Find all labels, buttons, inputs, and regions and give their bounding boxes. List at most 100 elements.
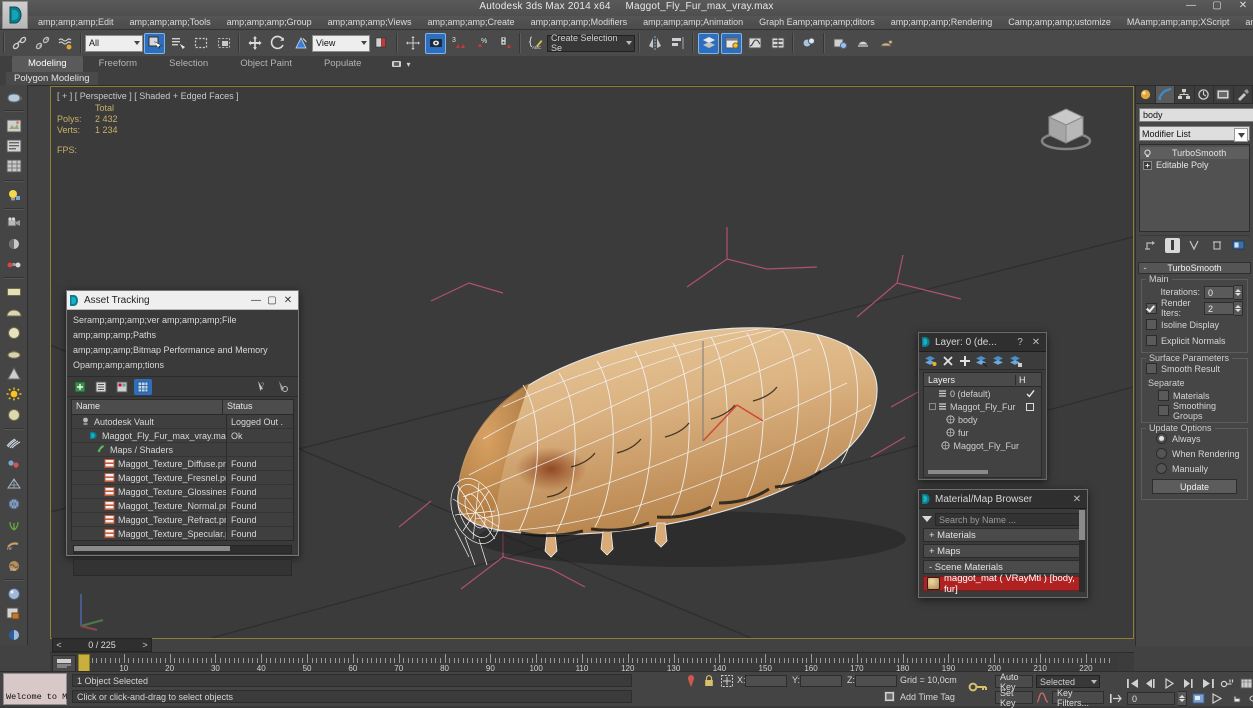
asset-tracking-menu-bitmap-performance[interactable]: amp;amp;amp;Bitmap Performance and Memor… (67, 344, 298, 359)
grid-view-icon[interactable] (134, 379, 152, 395)
utilities-tab[interactable] (1234, 86, 1253, 103)
layer-active-check[interactable] (1019, 389, 1041, 398)
column-header-name[interactable]: Name (72, 400, 223, 414)
ribbon-subtab-polygon-modeling[interactable]: Polygon Modeling (6, 72, 98, 85)
render-iters-value[interactable]: 2 (1204, 302, 1234, 315)
column-header-hide[interactable]: H (1016, 375, 1041, 385)
spreadsheet-icon[interactable] (3, 157, 25, 175)
use-selection-center-icon[interactable] (402, 33, 423, 54)
asset-tracking-menu-paths[interactable]: amp;amp;amp;Paths (67, 329, 298, 344)
binoculars-icon[interactable] (3, 255, 25, 273)
sphere-gizmo-icon[interactable] (3, 406, 25, 424)
create-new-layer-icon[interactable] (922, 353, 939, 368)
modifier-stack-entry[interactable]: Editable Poly (1140, 159, 1249, 171)
select-and-link-icon[interactable] (9, 33, 30, 54)
menu-item-maxscript[interactable]: MAamp;amp;amp;XScript (1119, 16, 1238, 29)
auto-key-button[interactable]: Auto Key (995, 675, 1033, 688)
thumbnail-view-icon[interactable] (113, 379, 131, 395)
animated-object-icon[interactable]: HF (3, 536, 25, 554)
materials-checkbox[interactable] (1158, 390, 1169, 401)
modify-tab[interactable] (1156, 86, 1176, 103)
pin-stack-icon[interactable] (1143, 238, 1158, 253)
menu-item-help[interactable]: amp;amp;amp;Help (1237, 16, 1253, 29)
render-production-icon[interactable] (875, 33, 896, 54)
select-by-name-icon[interactable] (167, 33, 188, 54)
previous-frame-icon[interactable] (1143, 676, 1159, 691)
asset-tracking-close[interactable]: ✕ (280, 295, 296, 306)
asset-tracking-titlebar[interactable]: Asset Tracking — ▢ ✕ (67, 291, 298, 310)
add-time-tag-label[interactable]: Add Time Tag (900, 692, 955, 702)
highlight-layer-icon[interactable] (990, 353, 1007, 368)
modifier-stack[interactable]: TurboSmooth Editable Poly (1139, 144, 1250, 232)
display-tab[interactable] (1214, 86, 1234, 103)
maxscript-mini-listener[interactable]: Welcome to M (3, 673, 67, 705)
asset-tracking-minimize[interactable]: — (248, 295, 264, 306)
play-animation-icon[interactable] (1162, 676, 1178, 691)
curve-editor-icon[interactable] (744, 33, 765, 54)
table-row[interactable]: Maggot_Texture_Specular.png Found (72, 527, 293, 540)
layer-dialog-help[interactable]: ? (1012, 337, 1028, 348)
hemisphere-icon[interactable] (3, 303, 25, 321)
smoothing-groups-row[interactable]: Smoothing Groups (1146, 404, 1243, 417)
asset-tracking-menu-server-file[interactable]: Seramp;amp;amp;ver amp;amp;amp;File (67, 310, 298, 329)
menu-item-edit[interactable]: amp;amp;amp;Edit (30, 16, 122, 29)
material-browser-titlebar[interactable]: Material/Map Browser ✕ (919, 490, 1087, 509)
asset-tracking-dialog[interactable]: Asset Tracking — ▢ ✕ Seramp;amp;amp;ver … (66, 290, 299, 556)
cone-primitive-icon[interactable] (3, 365, 25, 383)
plane-primitive-icon[interactable] (3, 283, 25, 301)
app-logo-icon[interactable] (2, 1, 28, 29)
isoline-display-row[interactable]: Isoline Display (1146, 318, 1243, 331)
grass-foliage-icon[interactable] (3, 516, 25, 534)
layer-manager-icon[interactable] (698, 33, 719, 54)
remove-modifier-icon[interactable] (1209, 238, 1224, 253)
key-frame-field[interactable]: 0 (1127, 692, 1175, 705)
delete-layer-icon[interactable] (939, 353, 956, 368)
zoom-extents-icon[interactable] (1190, 691, 1206, 706)
smoothing-groups-checkbox[interactable] (1158, 405, 1169, 416)
update-button[interactable]: Update (1152, 479, 1237, 494)
material-browser-close[interactable]: ✕ (1069, 494, 1085, 505)
selection-filter-combo[interactable]: All (85, 35, 143, 52)
ribbon-tab-freeform[interactable]: Freeform (83, 56, 154, 72)
maximize-button[interactable]: ▢ (1211, 0, 1223, 11)
update-manually-radio[interactable] (1156, 463, 1167, 474)
ribbon-tab-object-paint[interactable]: Object Paint (224, 56, 308, 72)
rendered-frame-window-icon[interactable] (852, 33, 873, 54)
chevron-down-icon[interactable] (1234, 128, 1248, 142)
table-row[interactable]: Maggot_Fly_Fur_max_vray.max Ok (72, 429, 293, 443)
table-row[interactable]: Maggot_Texture_Fresnel.png Found (72, 471, 293, 485)
mirror-icon[interactable] (644, 33, 665, 54)
globe-icon[interactable] (3, 495, 25, 513)
sphere-primitive-icon[interactable] (3, 324, 25, 342)
material-sphere-icon[interactable] (3, 626, 25, 644)
set-key-button[interactable]: Set Key (995, 691, 1033, 704)
layer-dialog-close[interactable]: ✕ (1028, 337, 1044, 348)
help-pointer-icon[interactable]: ? (252, 379, 270, 395)
asset-tracking-menu-options[interactable]: Opamp;amp;amp;tions (67, 359, 298, 376)
hair-fur-modifier-icon[interactable] (3, 434, 25, 452)
layer-row[interactable]: Maggot_Fly_Fur (924, 400, 1041, 413)
material-editor-icon[interactable] (798, 33, 819, 54)
particle-system-icon[interactable] (3, 454, 25, 472)
asset-table-horizontal-scrollbar[interactable] (73, 545, 292, 554)
layer-hide-box[interactable] (1019, 403, 1041, 411)
select-and-scale-icon[interactable] (290, 33, 311, 54)
selection-pin-icon[interactable] (686, 675, 696, 690)
add-to-layer-icon[interactable] (956, 353, 973, 368)
time-configuration-icon[interactable] (1238, 676, 1253, 691)
key-mode-combo[interactable]: Selected (1036, 675, 1100, 688)
make-unique-icon[interactable] (1187, 238, 1202, 253)
viewport-label[interactable]: [ + ] [ Perspective ] [ Shaded + Edged F… (57, 91, 239, 101)
column-header-layers[interactable]: Layers (924, 375, 1016, 385)
explicit-normals-row[interactable]: Explicit Normals (1146, 334, 1243, 347)
view-cube[interactable] (1035, 101, 1097, 157)
absolute-relative-transform-icon[interactable] (721, 675, 733, 690)
rectangular-selection-region-icon[interactable] (190, 33, 211, 54)
iterations-value[interactable]: 0 (1204, 286, 1234, 299)
light-icon[interactable] (3, 186, 25, 204)
menu-item-tools[interactable]: amp;amp;amp;Tools (122, 16, 219, 29)
sun-icon[interactable] (3, 385, 25, 403)
material-browser-scrollbar[interactable] (1079, 510, 1085, 592)
smooth-result-row[interactable]: Smooth Result (1146, 362, 1243, 375)
vray-sphere-icon[interactable] (3, 585, 25, 603)
